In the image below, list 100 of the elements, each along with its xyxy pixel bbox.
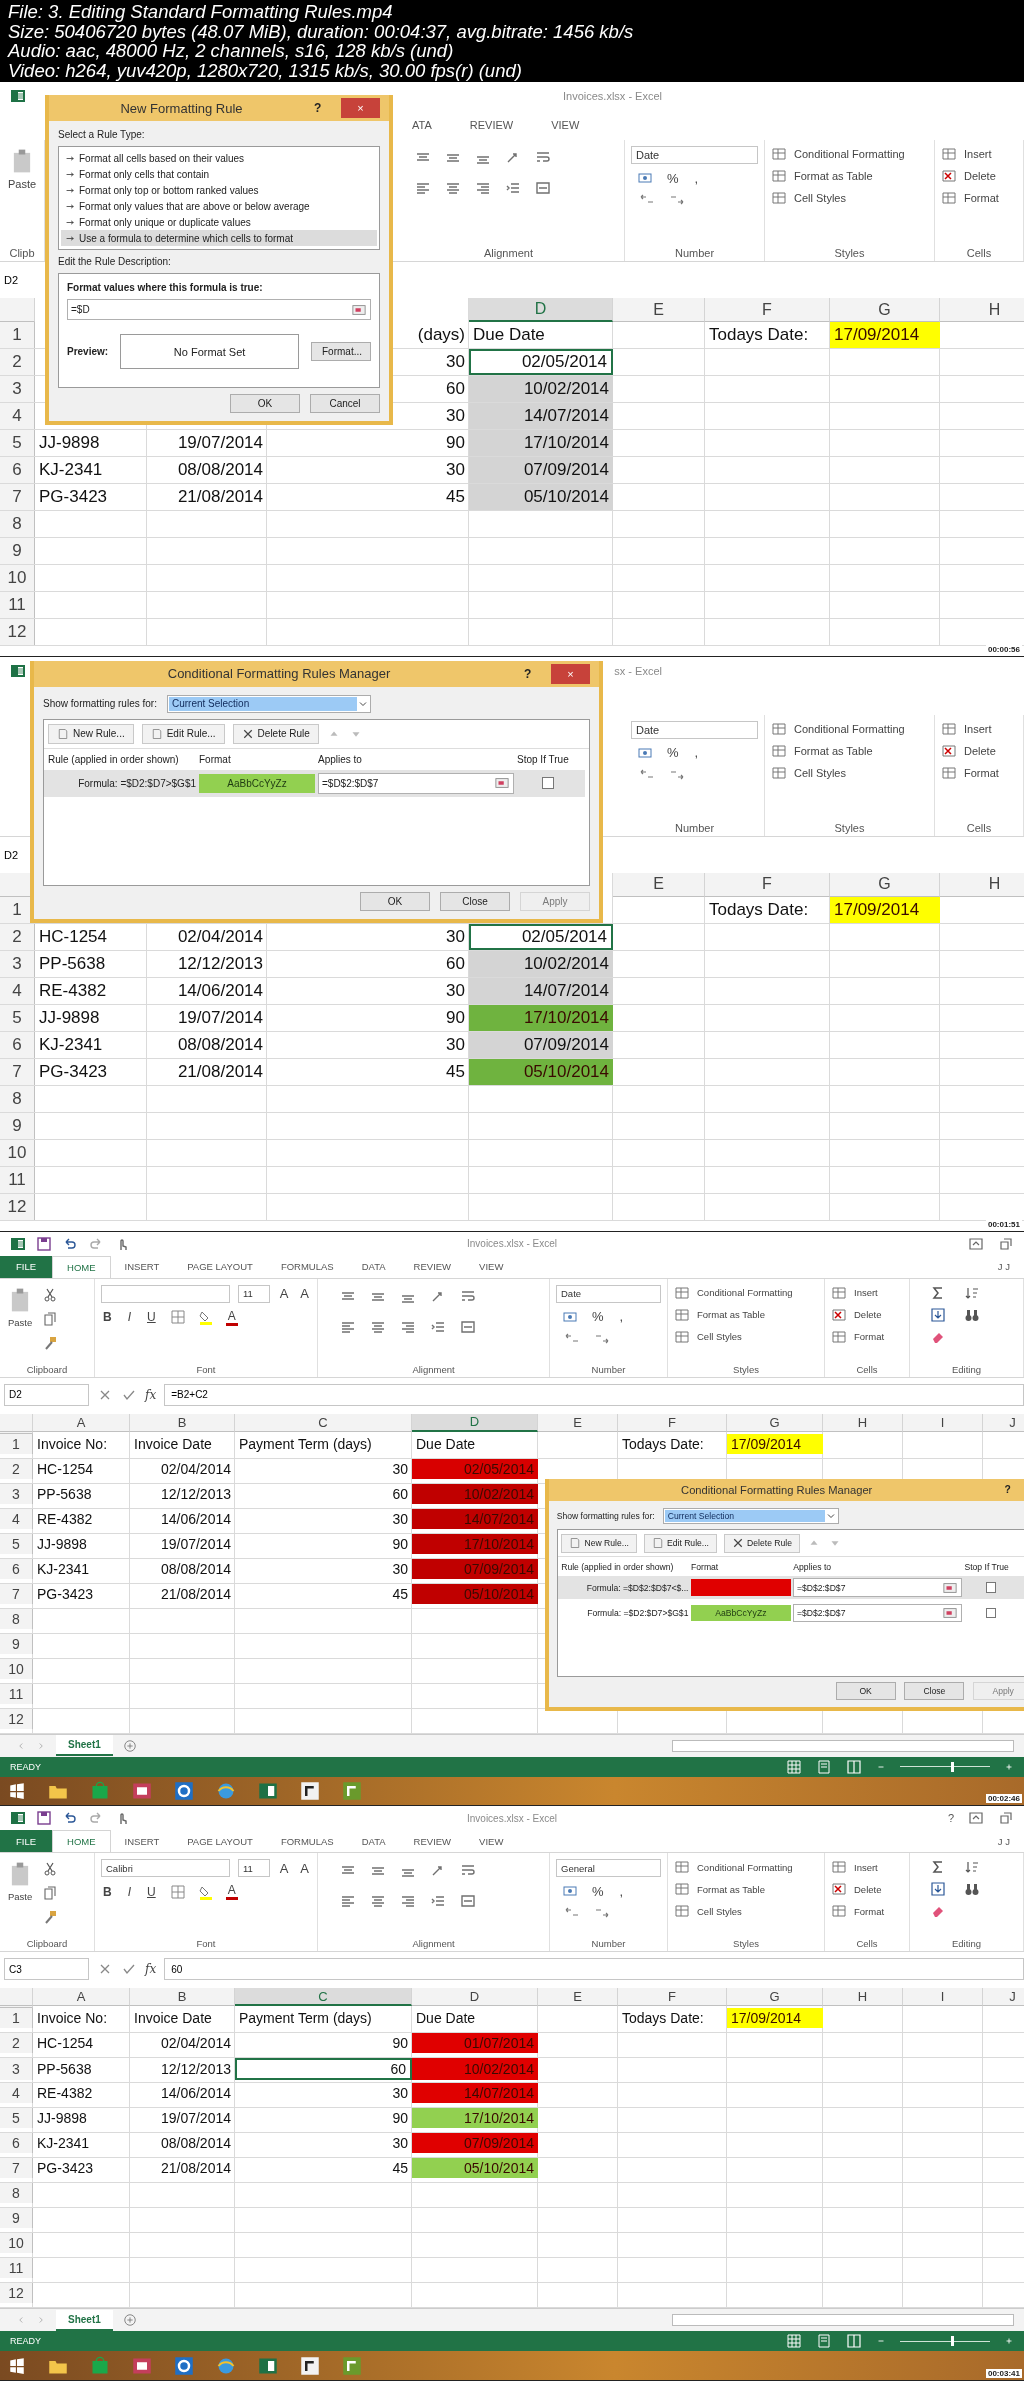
ribbon-tab[interactable]: VIEW	[537, 110, 594, 140]
font-size-field[interactable]: 11	[237, 1284, 270, 1303]
spreadsheet-cell[interactable]: 19/07/2014	[130, 2108, 235, 2129]
cells-menu-button[interactable]: Format	[852, 1331, 887, 1342]
dialog-button[interactable]: OK	[360, 891, 430, 911]
row-number[interactable]: 7	[0, 484, 35, 510]
cells-menu-button[interactable]: Insert	[852, 1287, 880, 1298]
font-name-field[interactable]: Calibri	[101, 1859, 230, 1878]
rule-action-button[interactable]: Delete Rule	[232, 723, 319, 744]
dialog-button[interactable]: Close	[440, 891, 510, 911]
spreadsheet-cell[interactable]: HC-1254	[33, 2033, 130, 2054]
row-number[interactable]: 2	[0, 2033, 33, 2054]
spreadsheet-cell[interactable]: 45	[267, 484, 469, 510]
column-header[interactable]: E	[613, 298, 705, 322]
number-style-button[interactable]: %	[590, 1883, 606, 1899]
spreadsheet-cell[interactable]: 60	[235, 2058, 412, 2081]
spreadsheet-cell[interactable]: Todays Date:	[705, 896, 830, 923]
number-format-dropdown[interactable]: General	[556, 1859, 661, 1878]
ribbon-tab[interactable]: DATA	[347, 1255, 400, 1278]
spreadsheet-cell[interactable]: PP-5638	[33, 2058, 130, 2081]
number-style-button[interactable]: %	[665, 745, 681, 761]
spreadsheet-cell[interactable]: 17/09/2014	[727, 1433, 823, 1454]
help-button[interactable]: ?	[947, 1812, 954, 1825]
row-number[interactable]: 6	[0, 1031, 35, 1058]
column-header[interactable]: E	[613, 872, 705, 897]
spreadsheet-cell[interactable]: Payment Term (days)	[235, 2008, 412, 2029]
spreadsheet-cell[interactable]: 19/07/2014	[147, 1004, 267, 1031]
styles-menu-button[interactable]: Cell Styles	[695, 1905, 744, 1917]
formula-input[interactable]: =$D	[67, 299, 371, 320]
column-header[interactable]: J	[983, 1988, 1024, 2007]
row-number[interactable]: 6	[0, 2133, 33, 2154]
spreadsheet-cell[interactable]: Invoice Date	[130, 2008, 235, 2029]
row-number[interactable]: 3	[0, 376, 35, 402]
row-number[interactable]: 11	[0, 1166, 35, 1193]
row-number[interactable]: 1	[0, 322, 35, 348]
spreadsheet-cell[interactable]: 30	[235, 1458, 412, 1479]
number-style-button[interactable]: ,	[617, 1309, 626, 1324]
spreadsheet-cell[interactable]: 14/06/2014	[130, 2083, 235, 2104]
help-button[interactable]: ?	[314, 101, 322, 115]
number-format-dropdown[interactable]: Date	[631, 720, 758, 739]
help-button[interactable]: ?	[1004, 1484, 1011, 1496]
number-style-button[interactable]: ,	[692, 745, 701, 761]
row-number[interactable]: 2	[0, 1458, 33, 1479]
row-number[interactable]: 12	[0, 2283, 33, 2304]
spreadsheet-cell[interactable]: PP-5638	[33, 1483, 130, 1504]
ribbon-tab[interactable]: INSERT	[110, 1830, 174, 1853]
row-number[interactable]: 9	[0, 2208, 33, 2229]
applies-to-field[interactable]: =$D$2:$D$7	[793, 1603, 962, 1622]
spreadsheet-cell[interactable]: 07/09/2014	[469, 1031, 613, 1058]
spreadsheet-cell[interactable]: KJ-2341	[35, 457, 147, 483]
spreadsheet-cell[interactable]: RE-4382	[33, 2083, 130, 2104]
spreadsheet-cell[interactable]: 17/10/2014	[469, 1004, 613, 1031]
spreadsheet-cell[interactable]: Todays Date:	[705, 322, 830, 348]
spreadsheet-cell[interactable]: Due Date	[412, 1433, 538, 1454]
spreadsheet-cell[interactable]: 02/04/2014	[147, 923, 267, 950]
spreadsheet-cell[interactable]: 90	[267, 430, 469, 456]
font-style-button[interactable]: B	[101, 1884, 114, 1899]
row-number[interactable]: 5	[0, 1533, 33, 1554]
spreadsheet-cell[interactable]: 30	[267, 457, 469, 483]
ribbon-tab[interactable]: FORMULAS	[266, 1255, 348, 1278]
spreadsheet-cell[interactable]: KJ-2341	[33, 1558, 130, 1579]
column-header[interactable]: C	[235, 1988, 412, 2007]
spreadsheet-cell[interactable]: PG-3423	[35, 1058, 147, 1085]
rule-action-button[interactable]: New Rule...	[48, 723, 134, 744]
close-button[interactable]: ×	[550, 663, 591, 684]
column-header[interactable]: H	[940, 298, 1024, 322]
number-style-button[interactable]: ,	[692, 170, 701, 186]
font-style-button[interactable]: I	[125, 1310, 133, 1324]
paste-button[interactable]: Paste	[6, 1316, 35, 1328]
ribbon-tab[interactable]: VIEW	[465, 1830, 518, 1853]
spreadsheet-cell[interactable]: KJ-2341	[33, 2133, 130, 2154]
row-number[interactable]: 7	[0, 1058, 35, 1085]
applies-to-field[interactable]: =$D$2:$D$7	[793, 1578, 962, 1597]
row-number[interactable]: 4	[0, 1508, 33, 1529]
font-style-button[interactable]: U	[145, 1884, 158, 1899]
spreadsheet-cell[interactable]: 05/10/2014	[469, 1058, 613, 1085]
spreadsheet-cell[interactable]: 07/09/2014	[469, 457, 613, 483]
insert-function-button[interactable]: fx	[145, 1387, 157, 1402]
list-item[interactable]: Format all cells based on their values	[61, 150, 377, 166]
spreadsheet-cell[interactable]: 08/08/2014	[130, 2133, 235, 2154]
column-header[interactable]: G	[830, 298, 940, 322]
spreadsheet-cell[interactable]: 02/04/2014	[130, 1458, 235, 1479]
spreadsheet-cell[interactable]: 30	[267, 977, 469, 1004]
font-style-button[interactable]: I	[125, 1884, 133, 1899]
row-number[interactable]: 9	[0, 1112, 35, 1139]
spreadsheet-cell[interactable]: 08/08/2014	[130, 1558, 235, 1579]
column-header[interactable]: D	[412, 1413, 538, 1432]
ribbon-tab[interactable]: REVIEW	[399, 1255, 466, 1278]
close-button[interactable]: ×	[340, 98, 381, 118]
row-number[interactable]: 10	[0, 2233, 33, 2254]
dialog-button[interactable]: Close	[904, 1682, 965, 1700]
spreadsheet-cell[interactable]: 90	[267, 1004, 469, 1031]
spreadsheet-cell[interactable]: 30	[235, 1508, 412, 1529]
styles-menu-button[interactable]: Cell Styles	[792, 192, 848, 204]
spreadsheet-cell[interactable]: 05/10/2014	[412, 2158, 538, 2179]
column-header[interactable]: D	[469, 298, 613, 322]
list-item[interactable]: Format only cells that contain	[61, 166, 377, 182]
spreadsheet-cell[interactable]: JJ-9898	[35, 430, 147, 456]
column-header[interactable]: F	[705, 298, 830, 322]
cells-menu-button[interactable]: Delete	[852, 1309, 884, 1320]
